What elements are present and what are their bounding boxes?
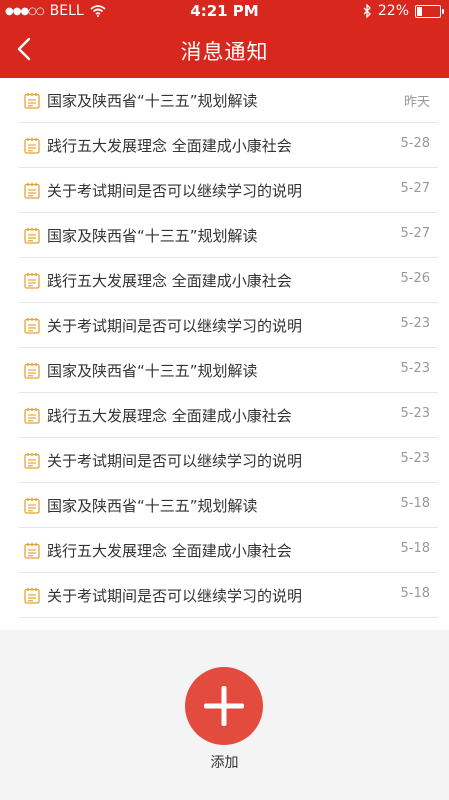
note-icon bbox=[24, 452, 40, 469]
add-button[interactable] bbox=[185, 667, 263, 745]
message-title: 关于考试期间是否可以继续学习的说明 bbox=[47, 452, 303, 470]
message-list-item[interactable]: 关于考试期间是否可以继续学习的说明 5-23 bbox=[19, 303, 438, 348]
message-date: 昨天 bbox=[403, 95, 430, 110]
message-title: 践行五大发展理念 全面建成小康社会 bbox=[47, 542, 292, 560]
message-list-item[interactable]: 践行五大发展理念 全面建成小康社会 5-18 bbox=[19, 528, 438, 573]
message-list-item[interactable]: 关于考试期间是否可以继续学习的说明 5-18 bbox=[19, 573, 438, 618]
page-title: 消息通知 bbox=[180, 40, 269, 64]
message-date: 5-27 bbox=[400, 226, 430, 241]
message-date: 5-23 bbox=[400, 451, 430, 466]
message-title: 国家及陕西省“十三五”规划解读 bbox=[47, 362, 258, 380]
message-date: 5-23 bbox=[400, 361, 430, 376]
message-date: 5-18 bbox=[400, 496, 430, 511]
battery-icon bbox=[415, 4, 444, 18]
message-date: 5-28 bbox=[400, 136, 430, 151]
note-icon bbox=[24, 587, 40, 604]
message-date: 5-26 bbox=[400, 271, 430, 286]
message-title: 国家及陕西省“十三五”规划解读 bbox=[47, 497, 258, 515]
nav-bar: 消息通知 bbox=[0, 22, 449, 78]
bluetooth-icon bbox=[363, 4, 371, 18]
note-icon bbox=[24, 362, 40, 379]
note-icon bbox=[24, 497, 40, 514]
message-list-item[interactable]: 关于考试期间是否可以继续学习的说明 5-23 bbox=[19, 438, 438, 483]
status-bar: ●●●○○ BELL 4:21 PM 22% bbox=[0, 0, 449, 22]
message-title: 践行五大发展理念 全面建成小康社会 bbox=[47, 272, 292, 290]
message-list-item[interactable]: 践行五大发展理念 全面建成小康社会 5-23 bbox=[19, 393, 438, 438]
message-title: 践行五大发展理念 全面建成小康社会 bbox=[47, 137, 292, 155]
message-date: 5-23 bbox=[400, 316, 430, 331]
note-icon bbox=[24, 317, 40, 334]
message-list-item[interactable]: 践行五大发展理念 全面建成小康社会 5-28 bbox=[19, 123, 438, 168]
message-date: 5-18 bbox=[400, 586, 430, 601]
message-list-item[interactable]: 国家及陕西省“十三五”规划解读 5-27 bbox=[19, 213, 438, 258]
plus-icon bbox=[204, 686, 244, 726]
message-list-item[interactable]: 国家及陕西省“十三五”规划解读 昨天 bbox=[19, 78, 438, 123]
note-icon bbox=[24, 272, 40, 289]
message-list-item[interactable]: 国家及陕西省“十三五”规划解读 5-23 bbox=[19, 348, 438, 393]
message-list: 国家及陕西省“十三五”规划解读 昨天践行五大发展理念 全面建成小康社会 5-28 关于… bbox=[0, 78, 449, 630]
bottom-area: 添加 bbox=[0, 630, 449, 800]
message-title: 关于考试期间是否可以继续学习的说明 bbox=[47, 587, 303, 605]
message-date: 5-23 bbox=[400, 406, 430, 421]
note-icon bbox=[24, 182, 40, 199]
message-title: 关于考试期间是否可以继续学习的说明 bbox=[47, 182, 303, 200]
message-title: 国家及陕西省“十三五”规划解读 bbox=[47, 227, 258, 245]
add-button-label: 添加 bbox=[210, 755, 239, 771]
note-icon bbox=[24, 92, 40, 109]
message-date: 5-27 bbox=[400, 181, 430, 196]
battery-percent: 22% bbox=[377, 3, 409, 19]
note-icon bbox=[24, 137, 40, 154]
message-list-item[interactable]: 关于考试期间是否可以继续学习的说明 5-27 bbox=[19, 168, 438, 213]
message-list-item[interactable]: 践行五大发展理念 全面建成小康社会 5-26 bbox=[19, 258, 438, 303]
battery-level bbox=[417, 6, 422, 16]
message-title: 践行五大发展理念 全面建成小康社会 bbox=[47, 407, 292, 425]
message-list-item[interactable]: 国家及陕西省“十三五”规划解读 5-18 bbox=[19, 483, 438, 528]
top-bar: ●●●○○ BELL 4:21 PM 22% 消息通知 bbox=[0, 0, 449, 78]
message-title: 国家及陕西省“十三五”规划解读 bbox=[47, 92, 258, 110]
note-icon bbox=[24, 227, 40, 244]
note-icon bbox=[24, 542, 40, 559]
note-icon bbox=[24, 407, 40, 424]
message-title: 关于考试期间是否可以继续学习的说明 bbox=[47, 317, 303, 335]
message-date: 5-18 bbox=[400, 541, 430, 556]
